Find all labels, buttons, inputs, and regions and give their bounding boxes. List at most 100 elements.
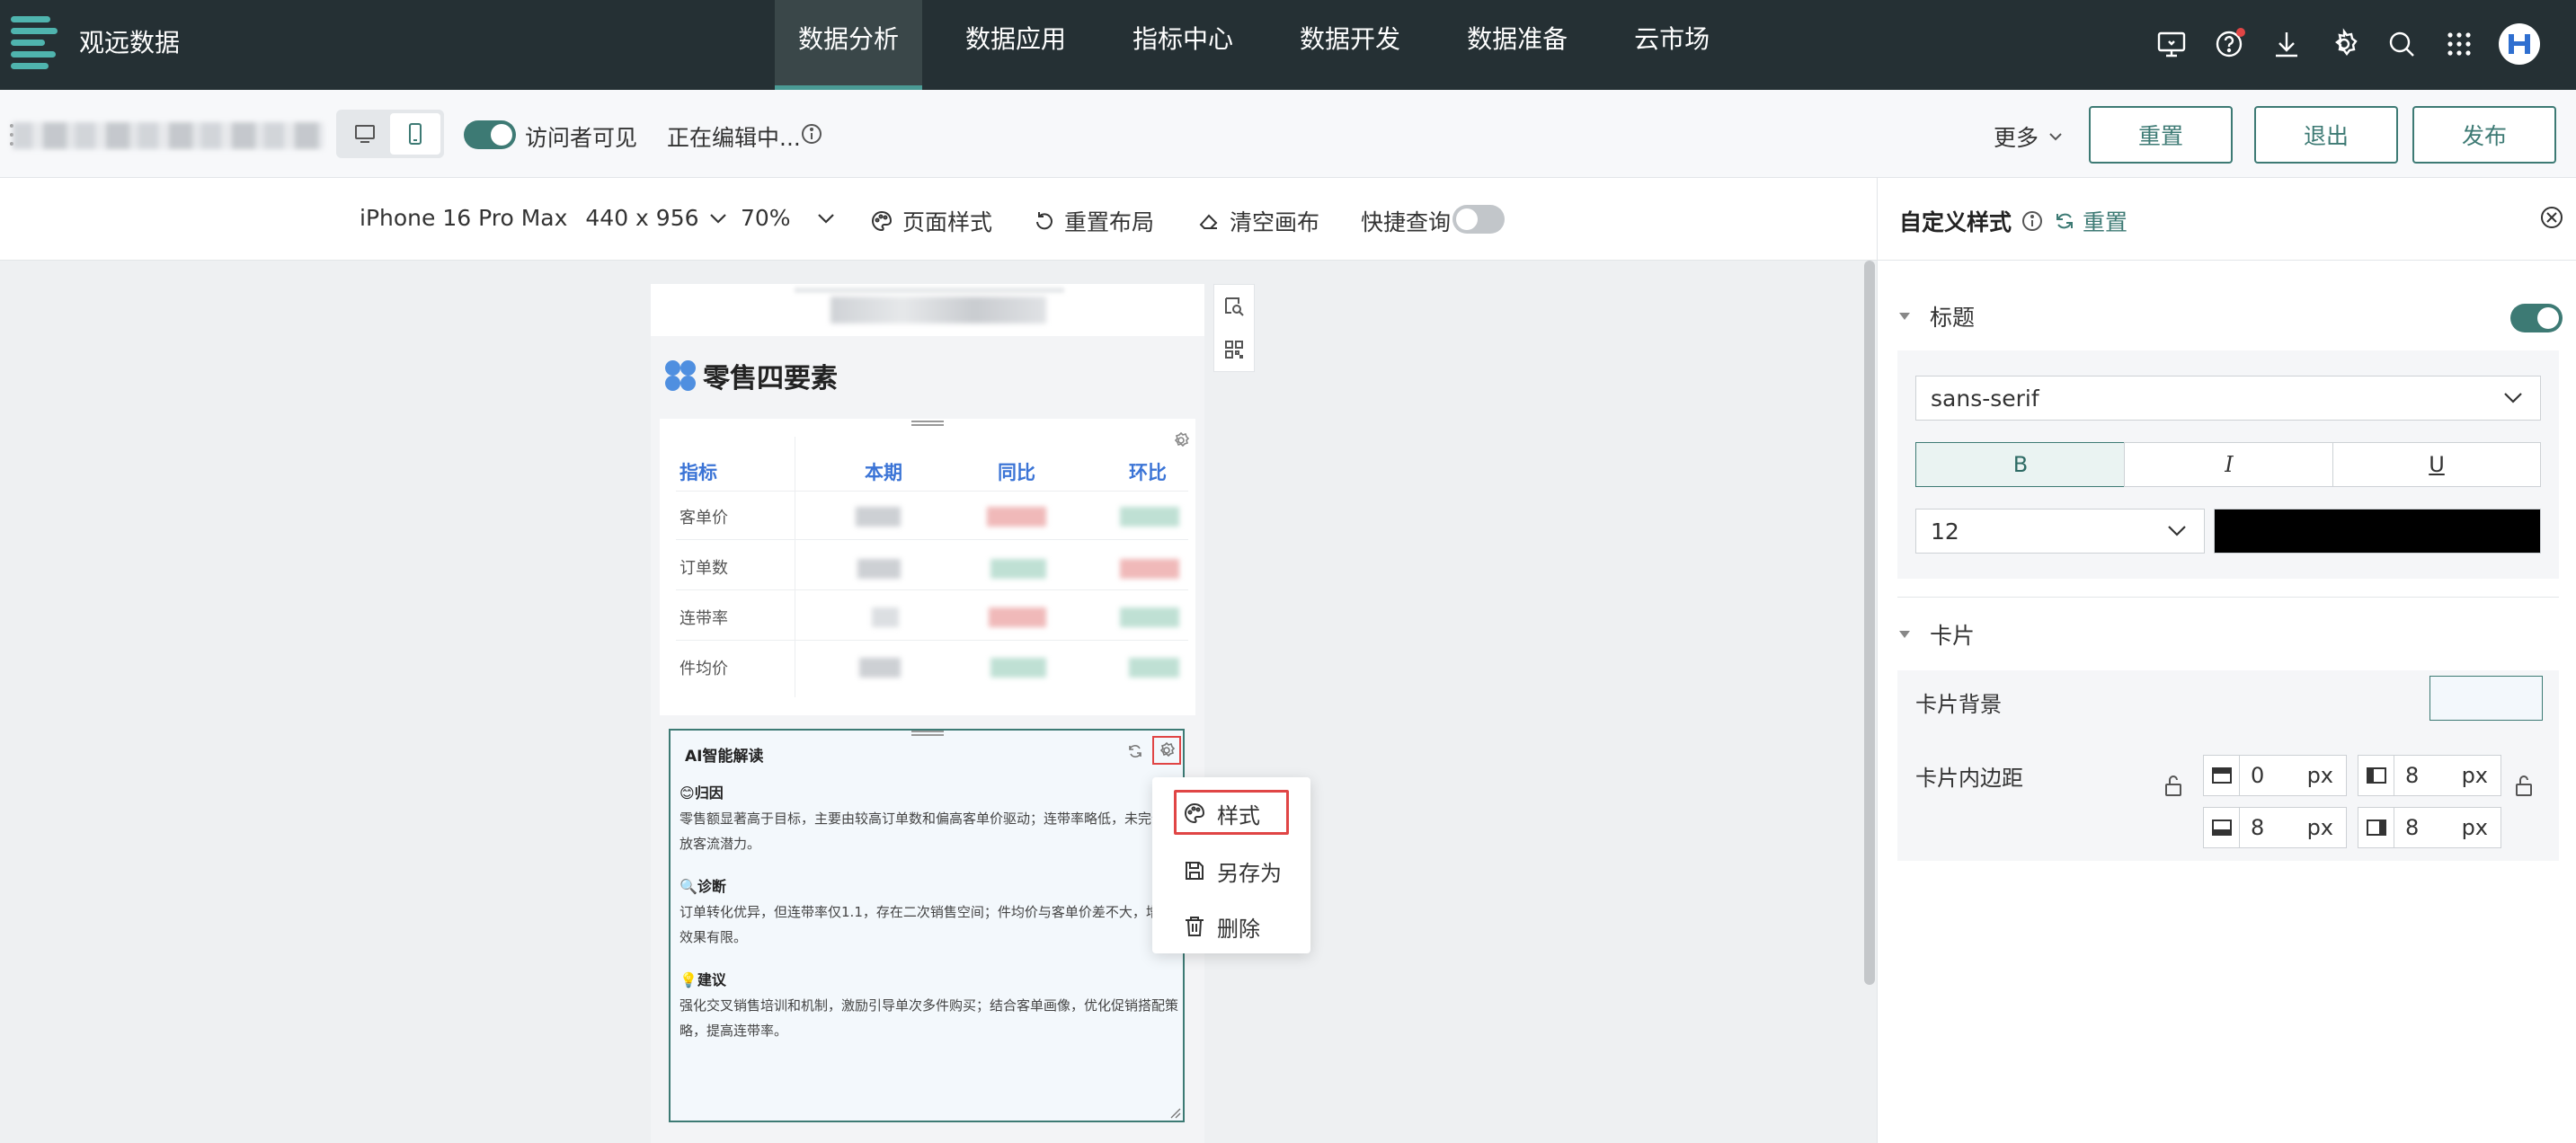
padding-right-value: 8 (2405, 815, 2420, 840)
exit-button[interactable]: 退出 (2254, 106, 2398, 164)
card-settings-button[interactable] (1152, 736, 1181, 765)
more-label: 更多 (1994, 125, 2039, 151)
help-icon[interactable] (2211, 26, 2247, 62)
palette-icon (872, 210, 893, 232)
refresh-icon (1129, 745, 1141, 758)
table-row-label: 件均价 (680, 660, 728, 678)
page-style-label: 页面样式 (902, 209, 993, 235)
blurred-value (872, 607, 899, 627)
font-size-select[interactable]: 12 (1915, 509, 2205, 554)
nav-tab-data-analysis[interactable]: 数据分析 (775, 0, 923, 90)
reset-button[interactable]: 重置 (2089, 106, 2233, 164)
card-bg-label: 卡片背景 (1915, 692, 2002, 717)
table-row-label: 连带率 (680, 609, 728, 628)
nav-tab-data-dev[interactable]: 数据开发 (1276, 0, 1424, 90)
zoom-preview-button[interactable] (1214, 285, 1254, 328)
device-select[interactable]: iPhone 16 Pro Max 440 x 956 (360, 205, 737, 231)
unlock-icon[interactable] (2163, 773, 2183, 798)
close-icon[interactable] (2539, 205, 2564, 230)
chevron-down-icon (709, 213, 726, 224)
chevron-down-icon (817, 213, 834, 224)
drag-handle-icon[interactable] (911, 731, 944, 736)
nav-tab-data-prep[interactable]: 数据准备 (1443, 0, 1591, 90)
font-family-select[interactable]: sans-serif (1915, 376, 2541, 421)
underline-button[interactable]: U (2332, 442, 2541, 487)
unlock-icon[interactable] (2514, 773, 2534, 798)
padding-top-input[interactable]: 0 px (2203, 755, 2347, 796)
ai-section-diagnosis: 🔍诊断 订单转化优异，但连带率仅1.1，存在二次销售空间；件均价与客单价差不大，… (680, 874, 1179, 950)
italic-button[interactable]: I (2124, 442, 2334, 487)
editor-toolbar: 访问者可见 正在编辑中... 更多 重置 退出 发布 (0, 90, 2576, 178)
nav-icon-group (2132, 23, 2540, 65)
screen-icon[interactable] (2154, 26, 2190, 62)
clear-canvas-button[interactable]: 清空画布 (1197, 205, 1319, 237)
zoom-select[interactable]: 70% (741, 205, 845, 231)
desktop-icon (355, 125, 375, 143)
title-section-toggle[interactable]: 标题 (1899, 300, 1975, 332)
user-avatar[interactable] (2499, 23, 2540, 65)
settings-icon[interactable] (2326, 26, 2362, 62)
search-icon[interactable] (2384, 26, 2420, 62)
more-dropdown[interactable]: 更多 (1994, 120, 2064, 153)
panel-reset-button[interactable]: 重置 (2054, 205, 2127, 237)
gear-icon[interactable] (1172, 431, 1190, 449)
info-icon[interactable] (2021, 209, 2044, 233)
reset-icon (1036, 212, 1053, 230)
blurred-page-name (831, 297, 1046, 323)
chevron-down-icon (2049, 133, 2062, 141)
resize-handle-icon[interactable] (1168, 1106, 1181, 1119)
title-color-picker[interactable] (2214, 509, 2541, 554)
preview-search-icon (1225, 297, 1244, 316)
refresh-button[interactable] (1124, 740, 1147, 763)
qr-code-button[interactable] (1214, 328, 1254, 371)
canvas-scrollbar[interactable] (1864, 261, 1875, 985)
desktop-view-button[interactable] (340, 113, 390, 155)
card-context-menu: 样式 另存为 删除 (1152, 777, 1310, 953)
metrics-table-card[interactable]: 指标 本期 同比 环比 客单价 订单数 连带率 件均价 (660, 419, 1195, 715)
blurred-value (989, 607, 1046, 627)
nav-tab-cloud-market[interactable]: 云市场 (1611, 0, 1733, 90)
reset-layout-button[interactable]: 重置布局 (1034, 205, 1154, 237)
top-nav: 观远数据 数据分析 数据应用 指标中心 数据开发 数据准备 云市场 (0, 0, 2576, 90)
section-divider (1897, 597, 2559, 598)
ai-insight-card[interactable]: AI智能解读 😊归因 零售额显著高于目标，主要由较高订单数和偏高客单价驱动；连带… (669, 729, 1185, 1122)
blurred-value (990, 559, 1046, 579)
info-icon[interactable] (800, 122, 823, 146)
menu-item-save-as[interactable]: 另存为 (1183, 849, 1282, 892)
padding-right-input[interactable]: 8 px (2358, 807, 2501, 848)
padding-left-value: 8 (2405, 763, 2420, 788)
quick-query-switch[interactable] (1452, 205, 1505, 234)
ai-card-title: AI智能解读 (685, 748, 764, 766)
canvas-toolbar: iPhone 16 Pro Max 440 x 956 70% 页面样式 重置布… (0, 178, 1877, 261)
nav-tab-metrics-center[interactable]: 指标中心 (1109, 0, 1257, 90)
app-logo-icon[interactable] (11, 16, 58, 69)
table-header-mom: 环比 (1129, 462, 1167, 483)
bold-button[interactable]: B (1915, 442, 2126, 487)
padding-unit: px (2306, 763, 2333, 788)
download-icon[interactable] (2269, 26, 2305, 62)
card-section-toggle[interactable]: 卡片 (1899, 618, 1975, 651)
apps-grid-icon[interactable] (2441, 26, 2477, 62)
menu-item-label: 删除 (1217, 916, 1260, 942)
visitor-visible-switch[interactable] (464, 120, 516, 149)
padding-bottom-input[interactable]: 8 px (2203, 807, 2347, 848)
blurred-value (1129, 658, 1179, 678)
menu-item-style[interactable]: 样式 (1183, 792, 1260, 835)
card-bg-color-picker[interactable] (2429, 676, 2543, 721)
publish-button[interactable]: 发布 (2412, 106, 2556, 164)
blurred-value (857, 559, 901, 579)
font-family-value: sans-serif (1931, 385, 2039, 412)
qr-code-icon (1225, 341, 1243, 359)
mobile-view-button[interactable] (390, 113, 440, 155)
menu-item-label: 样式 (1217, 802, 1260, 828)
table-divider (676, 491, 1188, 492)
drag-handle-icon[interactable] (911, 421, 944, 426)
padding-unit: px (2306, 815, 2333, 840)
title-visible-switch[interactable] (2510, 304, 2563, 332)
table-divider (676, 640, 1188, 641)
padding-left-input[interactable]: 8 px (2358, 755, 2501, 796)
page-style-button[interactable]: 页面样式 (870, 205, 992, 237)
chevron-down-icon (2504, 393, 2522, 403)
nav-tab-data-apps[interactable]: 数据应用 (942, 0, 1089, 90)
menu-item-delete[interactable]: 删除 (1183, 905, 1260, 948)
